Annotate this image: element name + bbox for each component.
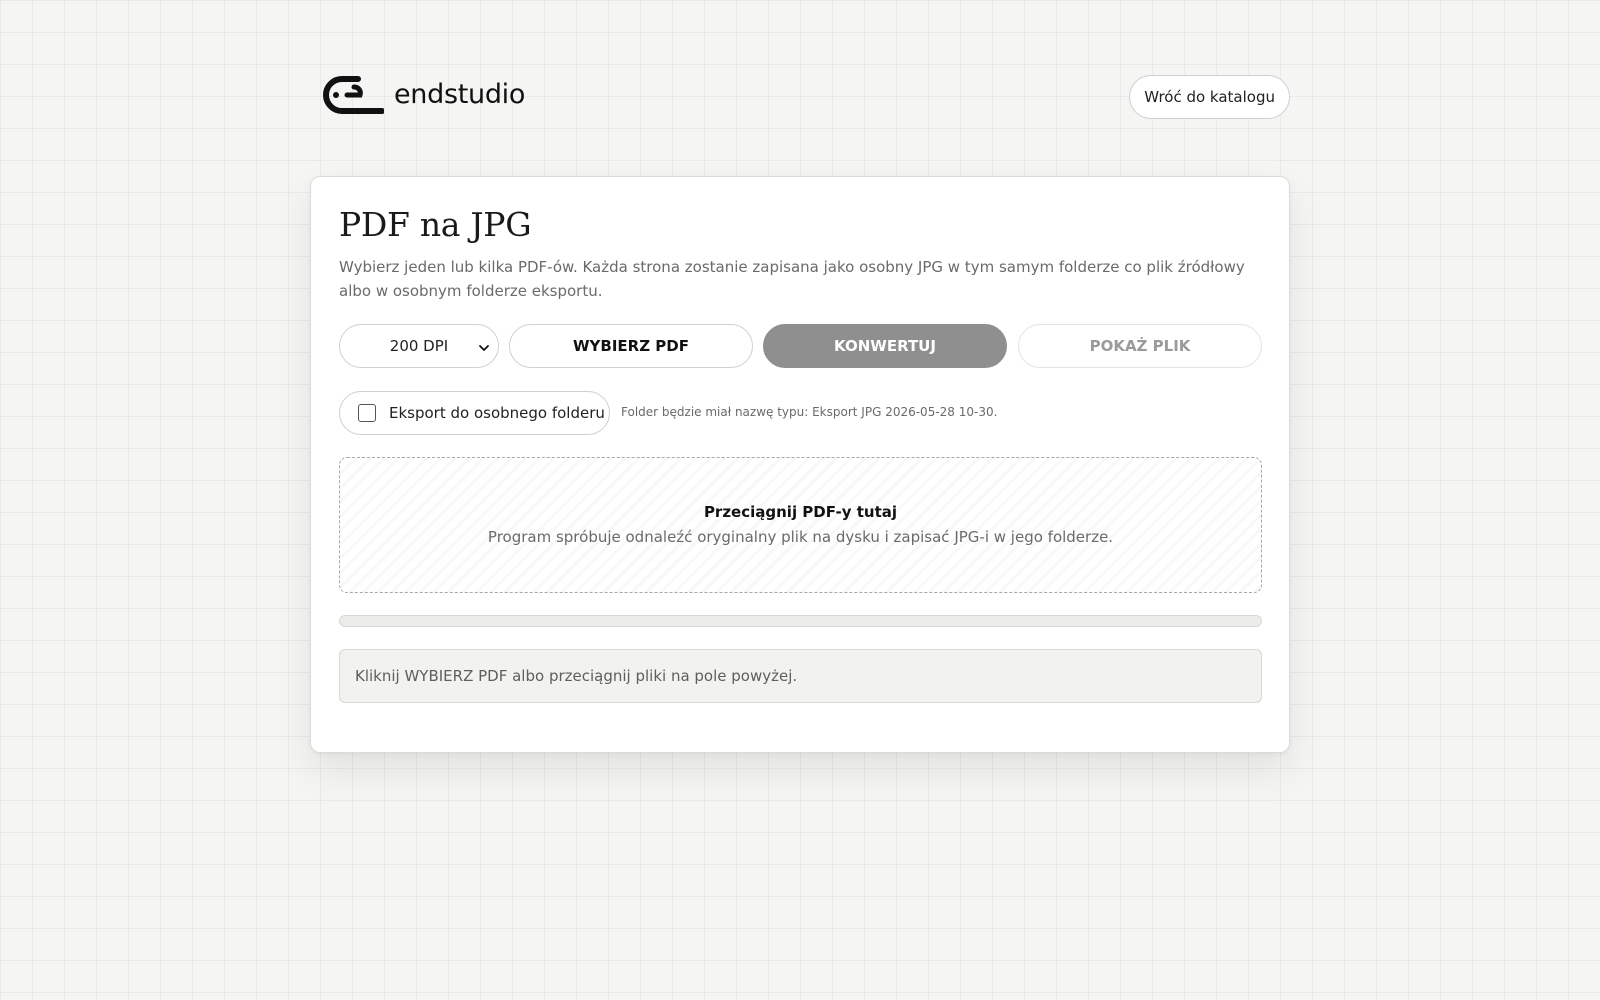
status-message: Kliknij WYBIERZ PDF albo przeciągnij pli… — [339, 649, 1262, 703]
page-header: endstudio Wróć do katalogu — [318, 70, 1290, 122]
back-to-catalog-button[interactable]: Wróć do katalogu — [1129, 75, 1290, 119]
pdf-dropzone[interactable]: Przeciągnij PDF-y tutaj Program spróbuje… — [339, 457, 1262, 593]
dropzone-title: Przeciągnij PDF-y tutaj — [703, 502, 898, 521]
page-title: PDF na JPG — [339, 205, 532, 244]
export-folder-label: Eksport do osobnego folderu — [389, 404, 605, 422]
export-folder-checkbox[interactable] — [358, 404, 376, 422]
show-file-button[interactable]: POKAŻ PLIK — [1018, 324, 1262, 368]
export-folder-toggle[interactable]: Eksport do osobnego folderu — [339, 391, 610, 435]
progress-bar — [339, 615, 1262, 627]
dropzone-subtitle: Program spróbuje odnaleźć oryginalny pli… — [487, 527, 1114, 546]
page-description: Wybierz jeden lub kilka PDF-ów. Każda st… — [339, 258, 1245, 300]
brand-name: endstudio — [394, 78, 526, 110]
convert-button[interactable]: KONWERTUJ — [763, 324, 1007, 368]
endstudio-logo-icon — [318, 72, 384, 118]
brand-logo[interactable]: endstudio — [318, 72, 525, 118]
dpi-select-value: 200 DPI — [389, 337, 449, 355]
chevron-down-icon — [478, 340, 490, 358]
export-row: Eksport do osobnego folderu Folder będzi… — [339, 391, 1262, 435]
dpi-select[interactable]: 200 DPI — [339, 324, 499, 368]
converter-card: PDF na JPG Wybierz jeden lub kilka PDF-ó… — [310, 176, 1290, 753]
controls-row: 200 DPI WYBIERZ PDF KONWERTUJ POKAŻ PLIK — [339, 324, 1262, 368]
export-folder-hint: Folder będzie miał nazwę typu: Eksport J… — [621, 405, 998, 419]
choose-pdf-button[interactable]: WYBIERZ PDF — [509, 324, 753, 368]
